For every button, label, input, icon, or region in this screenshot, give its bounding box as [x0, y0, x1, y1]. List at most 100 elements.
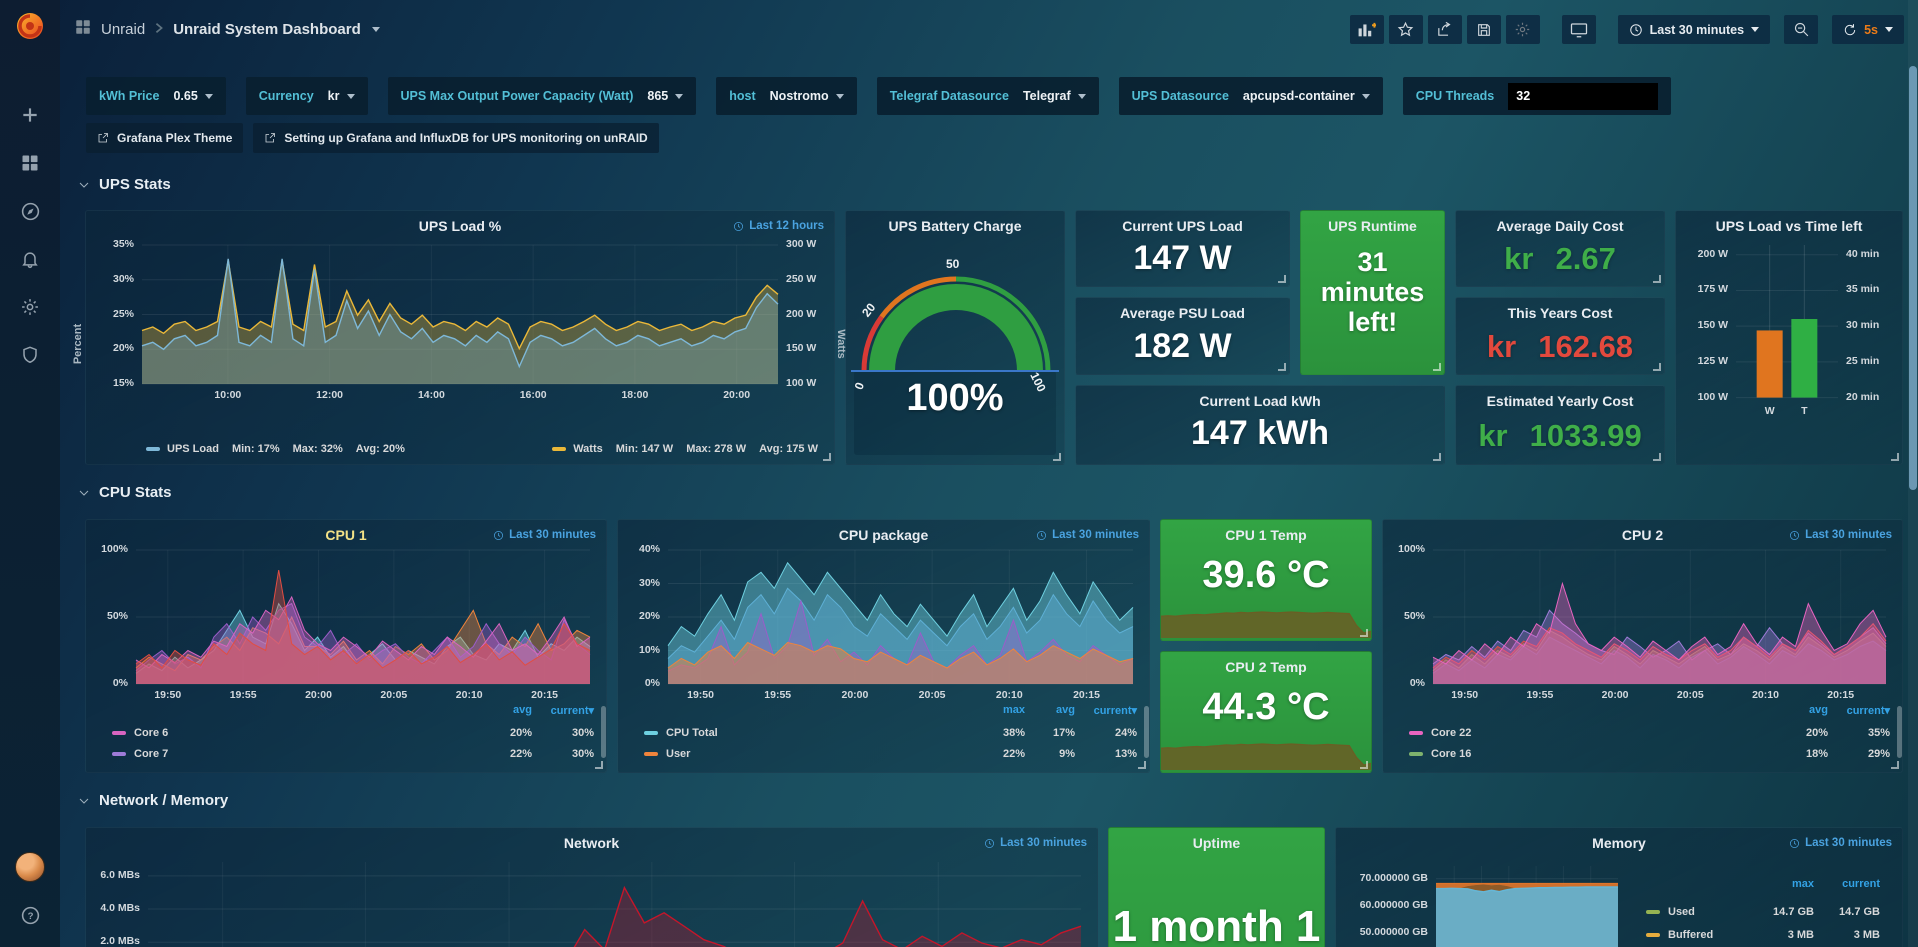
panel-ups-runtime: UPS Runtime 31 minutes left!	[1300, 210, 1445, 375]
panel-ups-load-vs-time-left: UPS Load vs Time left 200 W40 min175 W35…	[1675, 210, 1903, 465]
stat-value: 1 month 1	[1109, 902, 1324, 947]
legend-sort-current[interactable]: current▾	[1075, 704, 1137, 722]
variable-ups-datasource[interactable]: UPS Datasource apcupsd-container	[1119, 77, 1383, 115]
panel-current-load-kwh: Current Load kWh 147 kWh	[1075, 385, 1445, 465]
dashboard-dropdown-caret-icon[interactable]	[372, 27, 380, 32]
legend-sort-max[interactable]: max	[1748, 878, 1814, 900]
legend-row: Core 6 20%30%	[112, 722, 594, 743]
legend-sort-current[interactable]: current▾	[1828, 704, 1890, 722]
section-network-memory[interactable]: Network / Memory	[78, 792, 228, 809]
variable-host[interactable]: host Nostromo	[716, 77, 856, 115]
panel-title[interactable]: Average Daily Cost	[1456, 218, 1664, 234]
help-icon[interactable]: ?	[0, 891, 60, 939]
legend-row: Core 16 18%29%	[1409, 743, 1890, 764]
explore-icon[interactable]	[0, 187, 60, 235]
graph-legend: maxavgcurrent▾ CPU Total 38%17%24% User …	[644, 704, 1137, 764]
dashboard-grid-icon[interactable]	[74, 18, 92, 41]
resize-handle[interactable]	[1433, 363, 1441, 371]
resize-handle[interactable]	[823, 453, 831, 461]
resize-handle[interactable]	[1653, 275, 1661, 283]
resize-handle[interactable]	[1891, 761, 1899, 769]
resize-handle[interactable]	[1278, 363, 1286, 371]
legend-item[interactable]: UPS Load Min: 17%Max: 32%Avg: 20%	[146, 443, 405, 455]
save-dashboard-button[interactable]	[1467, 15, 1501, 44]
resize-handle[interactable]	[1891, 453, 1899, 461]
stat-value: 44.3 °C	[1161, 686, 1371, 729]
resize-handle[interactable]	[1653, 453, 1661, 461]
server-admin-shield-icon[interactable]	[0, 331, 60, 379]
stat-value: 39.6 °C	[1161, 554, 1371, 597]
breadcrumb-folder[interactable]: Unraid	[101, 21, 145, 38]
breadcrumb-dashboard-title[interactable]: Unraid System Dashboard	[173, 21, 361, 38]
legend-scrollbar[interactable]	[1144, 706, 1149, 758]
legend-scrollbar[interactable]	[601, 706, 606, 758]
legend-sort-avg[interactable]: avg	[470, 704, 532, 722]
page-scrollbar-thumb[interactable]	[1909, 66, 1917, 490]
panel-title[interactable]: CPU 2 Temp	[1161, 659, 1371, 675]
panel-title[interactable]: CPU 1 Temp	[1161, 527, 1371, 543]
resize-handle[interactable]	[1653, 363, 1661, 371]
panel-title[interactable]: Current UPS Load	[1076, 218, 1289, 234]
variable-ups-max-output[interactable]: UPS Max Output Power Capacity (Watt) 865	[388, 77, 697, 115]
network-chart[interactable]: 6.0 MBs4.0 MBs2.0 MBs	[86, 828, 1097, 947]
resize-handle[interactable]	[595, 761, 603, 769]
panel-title[interactable]: Uptime	[1109, 835, 1324, 851]
link-ups-monitoring-guide[interactable]: Setting up Grafana and InfluxDB for UPS …	[253, 123, 658, 153]
section-ups-stats[interactable]: UPS Stats	[78, 176, 171, 193]
panel-title[interactable]: UPS Battery Charge	[846, 218, 1064, 234]
panel-title[interactable]: This Years Cost	[1456, 305, 1664, 321]
panel-uptime: Uptime 1 month 1	[1108, 827, 1325, 947]
stat-value: kr2.67	[1456, 241, 1664, 277]
legend-sort-avg[interactable]: avg	[1025, 704, 1075, 722]
page-scrollbar-track[interactable]	[1908, 0, 1918, 947]
configuration-gear-icon[interactable]	[0, 283, 60, 331]
legend-scrollbar[interactable]	[1897, 706, 1902, 758]
section-cpu-stats[interactable]: CPU Stats	[78, 484, 172, 501]
resize-handle[interactable]	[1053, 453, 1061, 461]
template-variables-row: kWh Price 0.65 Currency kr UPS Max Outpu…	[86, 77, 1671, 115]
graph-legend: maxcurrent Used 14.7 GB14.7 GB Buffered …	[1646, 878, 1880, 946]
legend-sort-current[interactable]: current▾	[532, 704, 594, 722]
gauge-threshold-line	[851, 370, 1059, 372]
user-avatar[interactable]	[0, 843, 60, 891]
variable-currency[interactable]: Currency kr	[246, 77, 368, 115]
panel-title[interactable]: Average PSU Load	[1076, 305, 1289, 321]
legend-sort-avg[interactable]: avg	[1766, 704, 1828, 722]
dashboards-icon[interactable]	[0, 139, 60, 187]
panel-this-years-cost: This Years Cost kr162.68	[1455, 297, 1665, 375]
variable-telegraf-datasource[interactable]: Telegraf Datasource Telegraf	[877, 77, 1099, 115]
resize-handle[interactable]	[1278, 275, 1286, 283]
resize-handle[interactable]	[1360, 761, 1368, 769]
legend-sort-current[interactable]: current	[1814, 878, 1880, 900]
resize-handle[interactable]	[1360, 629, 1368, 637]
graph-legend: UPS Load Min: 17%Max: 32%Avg: 20% Watts …	[146, 443, 818, 455]
star-dashboard-button[interactable]	[1389, 15, 1423, 44]
refresh-picker[interactable]: 5s	[1832, 15, 1904, 44]
legend-sort-max[interactable]: max	[965, 704, 1025, 722]
panel-cpu-package: CPU package Last 30 minutes 40%30%20%10%…	[617, 519, 1150, 773]
link-grafana-plex-theme[interactable]: Grafana Plex Theme	[86, 123, 243, 153]
cpu-threads-input[interactable]	[1508, 83, 1658, 110]
share-dashboard-button[interactable]	[1428, 15, 1462, 44]
resize-handle[interactable]	[1433, 453, 1441, 461]
sidebar: ?	[0, 0, 60, 947]
variable-kwh-price[interactable]: kWh Price 0.65	[86, 77, 226, 115]
panel-title[interactable]: Estimated Yearly Cost	[1456, 393, 1664, 409]
time-range-picker[interactable]: Last 30 minutes	[1618, 15, 1770, 44]
add-panel-button[interactable]	[1350, 15, 1384, 44]
legend-item[interactable]: Watts Min: 147 WMax: 278 WAvg: 175 W	[552, 443, 818, 455]
panel-title[interactable]: UPS Runtime	[1301, 218, 1444, 234]
cycle-view-mode-button[interactable]	[1562, 15, 1596, 44]
zoom-out-button[interactable]	[1784, 15, 1818, 44]
external-link-icon	[97, 132, 109, 144]
panel-title[interactable]: Current Load kWh	[1076, 393, 1444, 409]
create-add-icon[interactable]	[0, 91, 60, 139]
grafana-dashboard: ? Unraid Unraid System Dashboard Last 30…	[0, 0, 1918, 947]
ups-load-chart[interactable]: 35%300 W30%250 W25%200 W20%150 W15%100 W…	[86, 211, 834, 464]
alerting-bell-icon[interactable]	[0, 235, 60, 283]
stat-value: 147 W	[1076, 239, 1289, 278]
ups-load-vs-time-chart[interactable]: 200 W40 min175 W35 min150 W30 min125 W25…	[1676, 211, 1902, 464]
resize-handle[interactable]	[1138, 761, 1146, 769]
dashboard-settings-button[interactable]	[1506, 15, 1540, 44]
grafana-logo-icon[interactable]	[12, 7, 48, 43]
